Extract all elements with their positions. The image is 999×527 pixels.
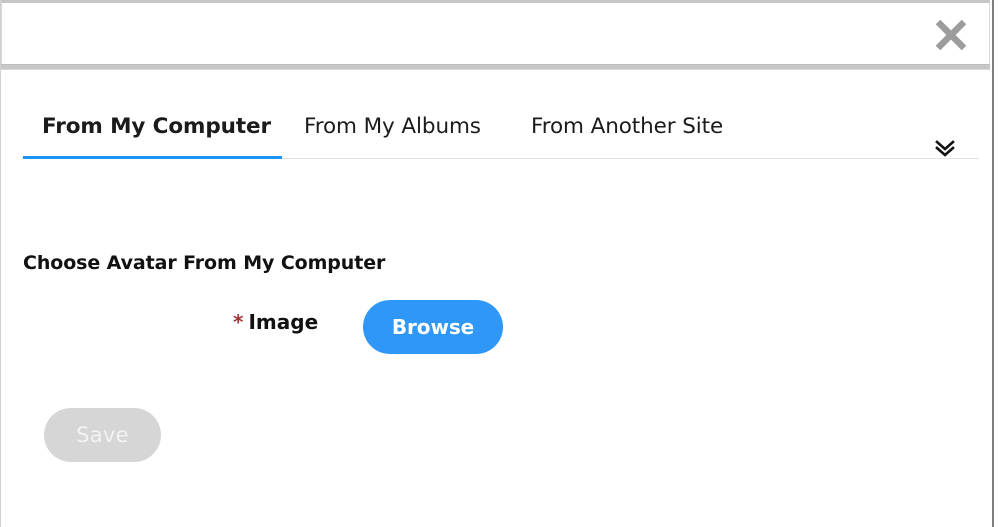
image-field-label: * Image [233,310,318,334]
dialog-header [1,0,990,64]
close-button[interactable] [930,14,972,56]
image-field-row: * Image Browse [1,298,979,358]
browse-button[interactable]: Browse [363,300,503,354]
dialog-right-edge [992,0,994,527]
save-button[interactable]: Save [44,408,161,462]
avatar-upload-dialog: From My Computer From My Albums From Ano… [0,0,999,527]
tab-from-my-computer[interactable]: From My Computer [42,114,271,139]
section-heading: Choose Avatar From My Computer [23,252,386,274]
active-tab-underline [23,156,282,159]
tab-bar: From My Computer From My Albums From Ano… [1,94,979,162]
tab-from-another-site[interactable]: From Another Site [531,114,723,139]
required-asterisk: * [233,310,244,334]
dialog-body: From My Computer From My Albums From Ano… [1,70,992,527]
tab-from-my-albums[interactable]: From My Albums [304,114,481,139]
close-x-icon [930,14,972,56]
image-label-text: Image [248,310,319,334]
